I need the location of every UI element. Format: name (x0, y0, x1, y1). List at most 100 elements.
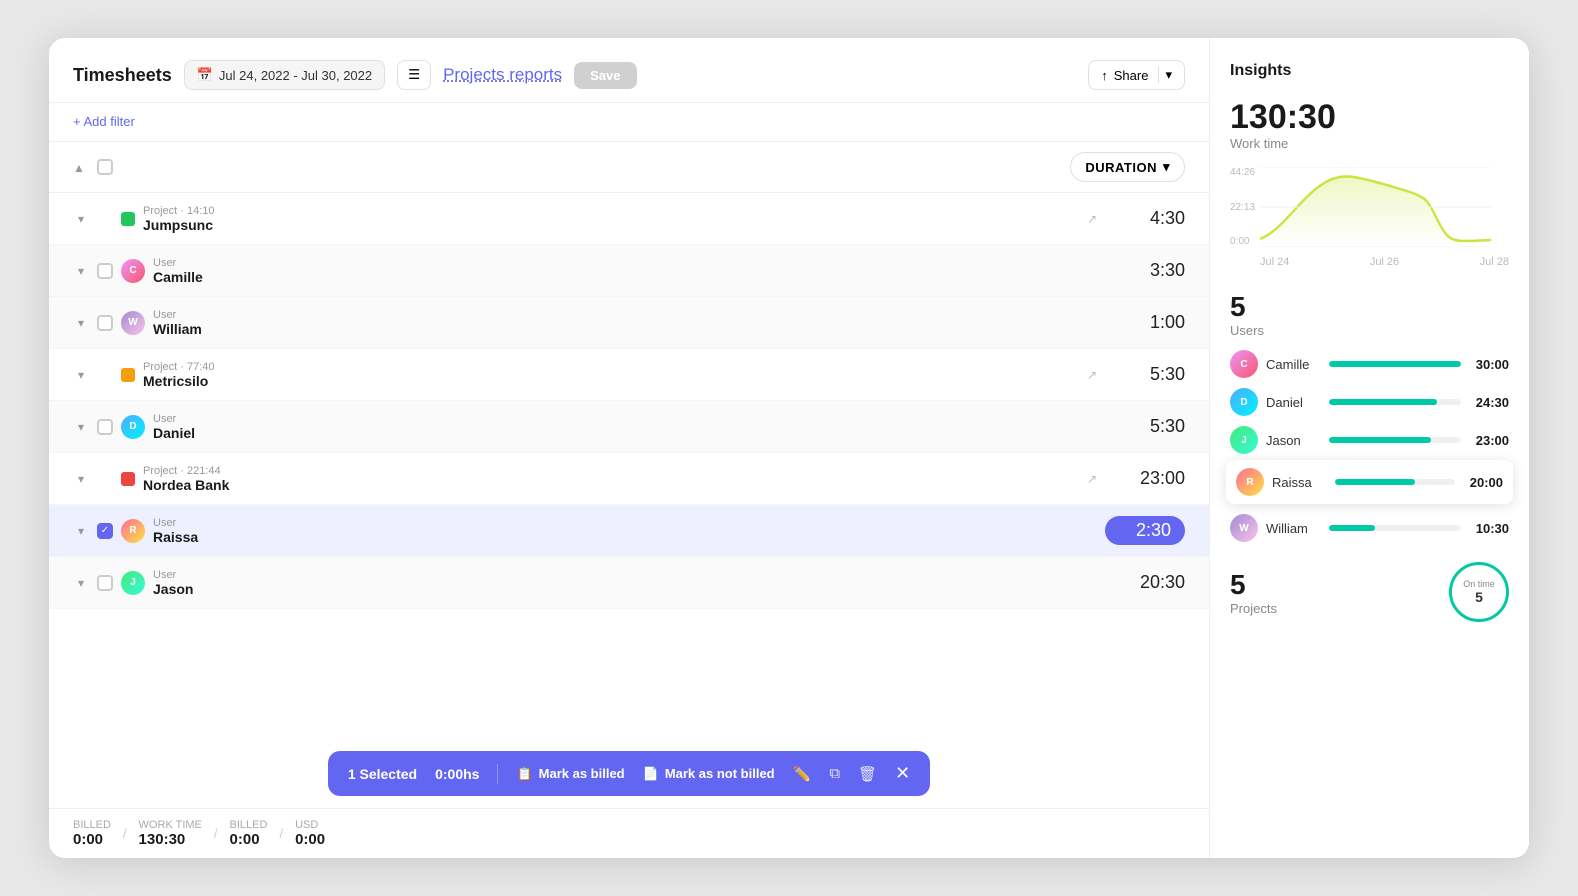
avatar: J (121, 571, 145, 595)
table-row: ▾ Project · 221:44 Nordea Bank ↗ 23:00 (49, 453, 1209, 505)
on-time-value: 5 (1475, 589, 1483, 605)
row-checkbox[interactable] (97, 419, 113, 435)
date-range-label: Jul 24, 2022 - Jul 30, 2022 (219, 68, 372, 83)
user-stat-name: Jason (1266, 433, 1321, 448)
projects-count: 5 (1230, 569, 1277, 601)
avatar: R (1236, 468, 1264, 496)
row-meta: User (153, 413, 195, 425)
collapse-arrow[interactable]: ▾ (73, 524, 89, 538)
user-stat-time: 30:00 (1469, 357, 1509, 372)
insights-sidebar: Insights 130:30 Work time 44:26 22:13 0:… (1209, 38, 1529, 858)
projects-label: Projects (1230, 601, 1277, 616)
row-value: 5:30 (1105, 416, 1185, 437)
date-range-button[interactable]: 📅 Jul 24, 2022 - Jul 30, 2022 (184, 60, 385, 90)
total-time: 130:30 (1230, 100, 1509, 134)
row-checkbox[interactable] (97, 315, 113, 331)
save-button[interactable]: Save (574, 62, 636, 89)
projects-section: 5 Projects On time 5 (1230, 562, 1509, 622)
row-checkbox[interactable] (97, 263, 113, 279)
on-time-circle: On time 5 (1449, 562, 1509, 622)
add-filter-button[interactable]: + Add filter (73, 114, 135, 129)
user-stat-row-raissa: R Raissa 20:00 (1226, 460, 1513, 504)
collapse-arrow[interactable]: ▾ (73, 212, 89, 226)
project-color-dot (121, 212, 135, 226)
billed2-value: 0:00 (230, 831, 260, 848)
header: Timesheets 📅 Jul 24, 2022 - Jul 30, 2022… (49, 38, 1209, 103)
external-link-icon[interactable]: ↗ (1087, 212, 1097, 226)
user-stat-row: J Jason 23:00 (1230, 426, 1509, 454)
row-value: 2:30 (1105, 516, 1185, 545)
filter-icon-button[interactable]: ☰ (397, 60, 431, 90)
row-name: Metricsilo (143, 373, 215, 389)
share-button[interactable]: ↑ Share ▾ (1088, 60, 1185, 90)
user-stat-name: William (1266, 521, 1321, 536)
user-stat-time: 24:30 (1469, 395, 1509, 410)
table-row: ▾ J User Jason 20:30 (49, 557, 1209, 609)
user-stat-row: D Daniel 24:30 (1230, 388, 1509, 416)
row-value: 1:00 (1105, 312, 1185, 333)
collapse-arrow[interactable]: ▾ (73, 576, 89, 590)
on-time-label: On time (1463, 579, 1495, 589)
action-bar-inner: 1 Selected 0:00hs 📋 Mark as billed 📄 Mar… (328, 751, 930, 796)
user-stat-name: Raissa (1272, 475, 1327, 490)
external-link-icon[interactable]: ↗ (1087, 368, 1097, 382)
user-stat-bar (1329, 525, 1375, 531)
chart-x-label-2: Jul 26 (1370, 256, 1399, 268)
table-header: ▲ DURATION ▾ (49, 142, 1209, 193)
row-name: Raissa (153, 529, 198, 545)
user-stat-bar-wrap (1335, 479, 1455, 485)
table-row: ▾ Project · 77:40 Metricsilo ↗ 5:30 (49, 349, 1209, 401)
header-collapse[interactable]: ▲ (73, 159, 89, 175)
collapse-arrow[interactable]: ▾ (73, 420, 89, 434)
chart-x-label-3: Jul 28 (1480, 256, 1509, 268)
row-meta: User (153, 569, 193, 581)
users-count: 5 (1230, 291, 1509, 323)
billed-value: 0:00 (73, 831, 103, 848)
project-color-dot (121, 368, 135, 382)
mark-not-billed-button[interactable]: 📄 Mark as not billed (643, 766, 775, 782)
avatar: J (1230, 426, 1258, 454)
user-stat-name: Camille (1266, 357, 1321, 372)
work-time-label: Work time (1230, 136, 1509, 151)
collapse-arrow[interactable]: ▾ (73, 316, 89, 330)
user-stat-bar (1335, 479, 1415, 485)
table-row: ▾ D User Daniel 5:30 (49, 401, 1209, 453)
filter-bar: + Add filter (49, 103, 1209, 142)
row-name: William (153, 321, 202, 337)
select-all-checkbox[interactable] (97, 159, 129, 175)
report-title[interactable]: Projects reports (443, 65, 562, 85)
external-link-icon[interactable]: ↗ (1087, 472, 1097, 486)
collapse-arrow[interactable]: ▾ (73, 264, 89, 278)
filter-icon: ☰ (408, 67, 420, 83)
page-title: Timesheets (73, 65, 172, 86)
table-row: ▾ R User Raissa 2:30 (49, 505, 1209, 557)
duration-sort-button[interactable]: DURATION ▾ (1070, 152, 1185, 182)
edit-icon-button[interactable]: ✏️ (793, 765, 812, 783)
billed2-label: BILLED (230, 819, 268, 831)
row-name: Daniel (153, 425, 195, 441)
row-checkbox[interactable] (97, 523, 113, 539)
delete-icon-button[interactable]: 🗑 (858, 765, 877, 783)
avatar: W (1230, 514, 1258, 542)
row-meta: Project · 14:10 (143, 205, 215, 217)
row-checkbox[interactable] (97, 575, 113, 591)
chart-x-label-1: Jul 24 (1260, 256, 1289, 268)
chart-area: 44:26 22:13 0:00 Jul 24 (1230, 167, 1509, 267)
mark-billed-button[interactable]: 📋 Mark as billed (516, 766, 624, 782)
row-meta: Project · 221:44 (143, 465, 229, 477)
collapse-arrow[interactable]: ▾ (73, 368, 89, 382)
table-row: ▾ W User William 1:00 (49, 297, 1209, 349)
duration-label: DURATION (1085, 160, 1157, 175)
user-stat-name: Daniel (1266, 395, 1321, 410)
avatar: W (121, 311, 145, 335)
duplicate-icon-button[interactable]: ⧉ (829, 765, 840, 782)
action-bar: 1 Selected 0:00hs 📋 Mark as billed 📄 Mar… (49, 739, 1209, 808)
chart-svg (1260, 167, 1509, 247)
calendar-icon: 📅 (197, 67, 213, 83)
table-row: ▾ C User Camille 3:30 (49, 245, 1209, 297)
user-stat-bar-wrap (1329, 437, 1461, 443)
billed-icon: 📋 (516, 766, 532, 782)
row-value: 23:00 (1105, 468, 1185, 489)
close-action-button[interactable]: ✕ (895, 763, 910, 784)
collapse-arrow[interactable]: ▾ (73, 472, 89, 486)
